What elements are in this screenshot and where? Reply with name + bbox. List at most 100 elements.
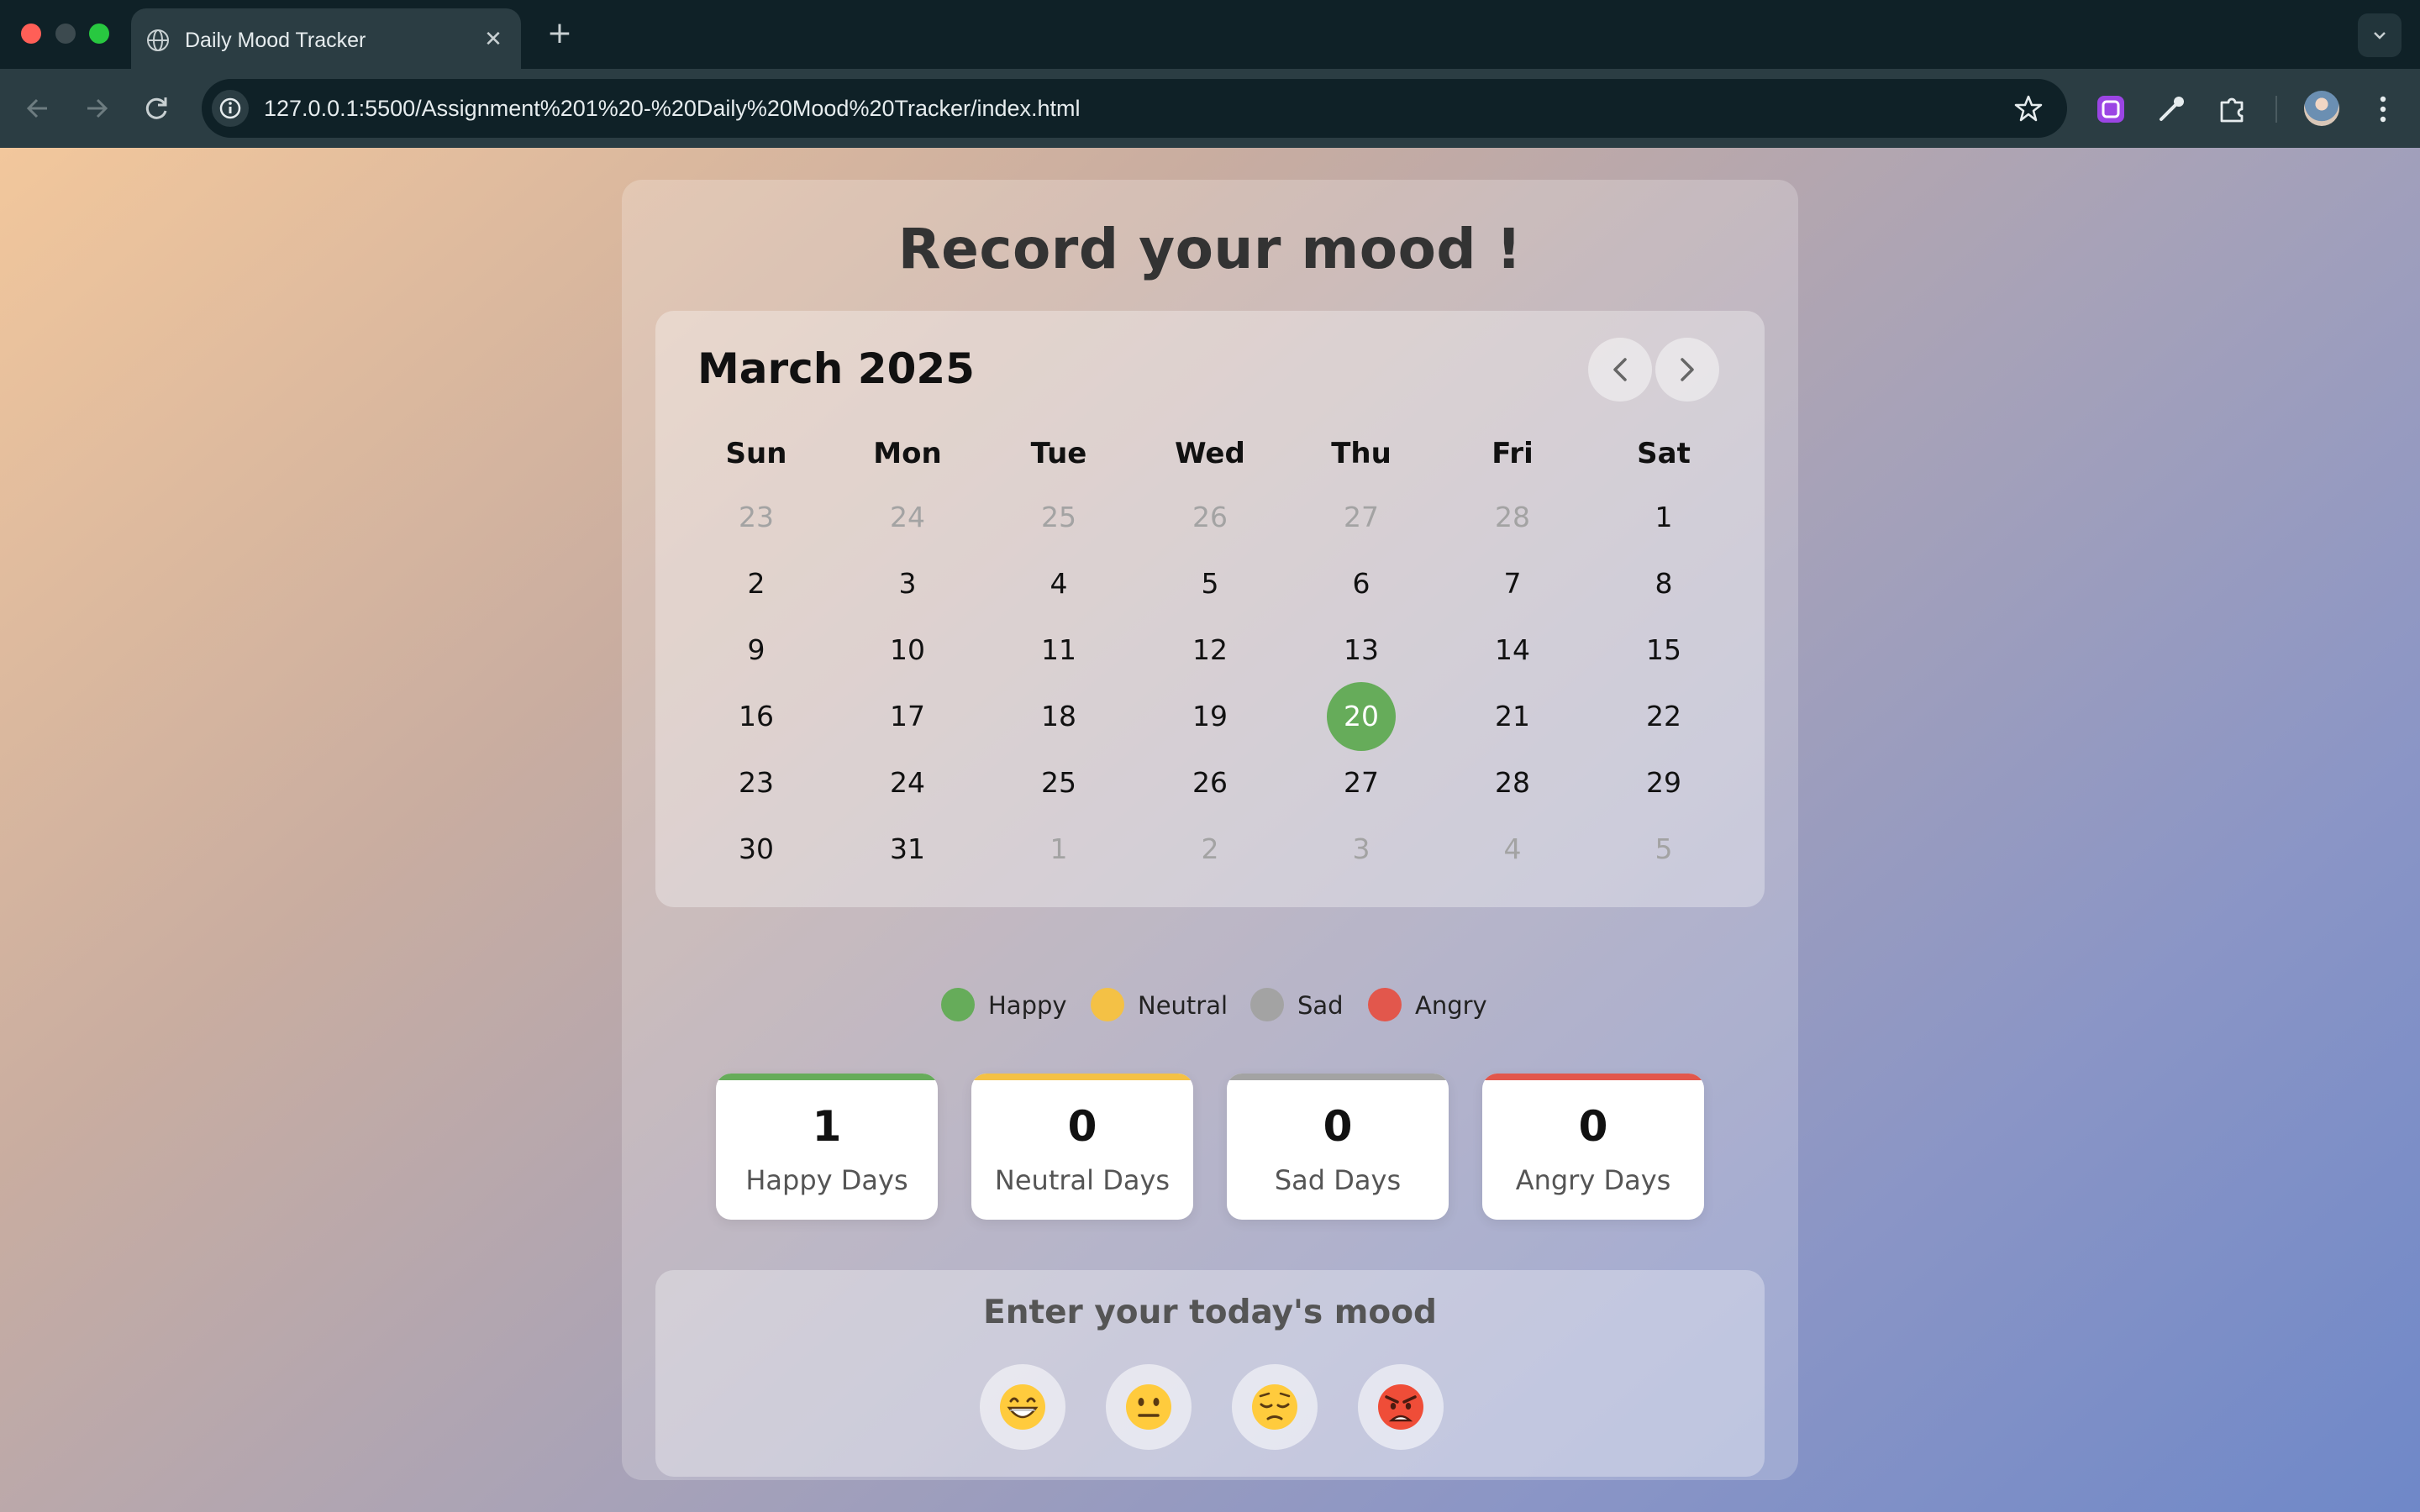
- toolbar-divider: [2275, 96, 2277, 123]
- chevron-right-icon: [1681, 358, 1694, 381]
- month-label: March 2025: [697, 344, 975, 393]
- calendar-day[interactable]: 12: [1176, 616, 1244, 685]
- calendar-day[interactable]: 1: [1629, 483, 1698, 552]
- calendar-day-outside: 27: [1344, 501, 1379, 533]
- mood-tracker-card: Record your mood ! March 2025 Sun Mon Tue W…: [622, 180, 1798, 1480]
- calendar-day[interactable]: 27: [1327, 748, 1396, 817]
- stat-color-bar: [1227, 1074, 1449, 1080]
- site-info-button[interactable]: [212, 90, 249, 127]
- eyedropper-icon[interactable]: [2154, 92, 2188, 126]
- calendar-day[interactable]: 16: [722, 682, 791, 751]
- calendar-day[interactable]: 4: [1024, 549, 1093, 618]
- info-icon: [219, 97, 241, 119]
- legend-label: Angry: [1415, 991, 1487, 1020]
- calendar-day[interactable]: 3: [873, 549, 942, 618]
- calendar-day[interactable]: 15: [1629, 616, 1698, 685]
- stat-card-angry: 0 Angry Days: [1482, 1074, 1704, 1220]
- neutral-mood-button[interactable]: [1106, 1364, 1192, 1450]
- stat-count: 0: [1323, 1102, 1353, 1151]
- maximize-window-button[interactable]: [89, 24, 109, 44]
- browser-toolbar: 127.0.0.1:5500/Assignment%201%20-%20Dail…: [0, 69, 2420, 148]
- profile-avatar[interactable]: [2304, 91, 2339, 126]
- pensive-face-icon: [1252, 1384, 1297, 1430]
- legend-color-dot: [1091, 988, 1124, 1021]
- calendar-day[interactable]: 5: [1176, 549, 1244, 618]
- stat-label: Angry Days: [1515, 1164, 1671, 1196]
- weekday-label: Thu: [1331, 437, 1392, 470]
- legend-color-dot: [1250, 988, 1284, 1021]
- calendar-day[interactable]: 28: [1478, 748, 1547, 817]
- calendar-day-outside: 24: [890, 501, 925, 533]
- weekday-header: Sun Mon Tue Wed Thu Fri Sat: [655, 437, 1765, 470]
- calendar-day[interactable]: 7: [1478, 549, 1547, 618]
- browser-tab-bar: Daily Mood Tracker ✕ +: [0, 0, 2420, 69]
- calendar-day[interactable]: 6: [1327, 549, 1396, 618]
- weekday-label: Wed: [1175, 437, 1245, 470]
- calendar-day[interactable]: 25: [1024, 748, 1093, 817]
- calendar-day[interactable]: 22: [1629, 682, 1698, 751]
- calendar-day[interactable]: 18: [1024, 682, 1093, 751]
- neutral-face-icon: [1126, 1384, 1171, 1430]
- next-month-button[interactable]: [1655, 338, 1719, 402]
- weekday-label: Sat: [1637, 437, 1691, 470]
- happy-mood-button[interactable]: [980, 1364, 1065, 1450]
- weekday-label: Mon: [873, 437, 942, 470]
- calendar-day[interactable]: 8: [1629, 549, 1698, 618]
- grinning-face-icon: [1000, 1384, 1045, 1430]
- extension-app-icon[interactable]: [2094, 92, 2128, 126]
- angry-mood-button[interactable]: [1358, 1364, 1444, 1450]
- reload-icon[interactable]: [136, 87, 178, 129]
- calendar-day[interactable]: 23: [722, 748, 791, 817]
- calendar-day[interactable]: 30: [722, 815, 791, 884]
- calendar-day[interactable]: 13: [1327, 616, 1396, 685]
- calendar-day[interactable]: 11: [1024, 616, 1093, 685]
- legend-label: Sad: [1297, 991, 1344, 1020]
- calendar-day[interactable]: 26: [1176, 748, 1244, 817]
- new-tab-button[interactable]: +: [541, 15, 578, 52]
- legend-label: Neutral: [1138, 991, 1228, 1020]
- page-viewport: Record your mood ! March 2025 Sun Mon Tue W…: [0, 148, 2420, 1512]
- calendar-day-outside: 5: [1655, 832, 1673, 865]
- calendar-day[interactable]: 24: [873, 748, 942, 817]
- chevron-down-icon: [2374, 32, 2386, 39]
- calendar-day[interactable]: 17: [873, 682, 942, 751]
- chevron-left-icon: [1613, 358, 1627, 381]
- weekday-label: Fri: [1491, 437, 1534, 470]
- more-options-icon[interactable]: [2368, 92, 2398, 126]
- calendar-day-outside: 3: [1352, 832, 1370, 865]
- address-bar[interactable]: 127.0.0.1:5500/Assignment%201%20-%20Dail…: [202, 79, 2067, 138]
- calendar-day[interactable]: 10: [873, 616, 942, 685]
- minimize-window-button[interactable]: [55, 24, 76, 44]
- browser-tab[interactable]: Daily Mood Tracker ✕: [131, 8, 521, 69]
- mood-legend: Happy Neutral Sad Angry: [622, 984, 1798, 1023]
- calendar-day-outside: 4: [1503, 832, 1522, 865]
- calendar-day-outside: 23: [739, 501, 774, 533]
- tab-search-button[interactable]: [2358, 13, 2402, 57]
- calendar-day[interactable]: 19: [1176, 682, 1244, 751]
- calendar-day[interactable]: 29: [1629, 748, 1698, 817]
- calendar-day[interactable]: 2: [722, 549, 791, 618]
- sad-mood-button[interactable]: [1232, 1364, 1318, 1450]
- calendar-day[interactable]: 9: [722, 616, 791, 685]
- calendar-day-today[interactable]: 20: [1327, 682, 1396, 751]
- legend-label: Happy: [988, 991, 1067, 1020]
- legend-color-dot: [1368, 988, 1402, 1021]
- legend-color-dot: [941, 988, 975, 1021]
- back-arrow-icon[interactable]: [17, 87, 59, 129]
- angry-face-icon: [1378, 1384, 1423, 1430]
- forward-arrow-icon[interactable]: [76, 87, 118, 129]
- bookmark-star-icon[interactable]: [2013, 93, 2044, 123]
- stat-label: Happy Days: [745, 1164, 908, 1196]
- stat-card-happy: 1 Happy Days: [716, 1074, 938, 1220]
- weekday-label: Sun: [725, 437, 787, 470]
- calendar-day[interactable]: 14: [1478, 616, 1547, 685]
- stat-label: Sad Days: [1274, 1164, 1402, 1196]
- stat-card-sad: 0 Sad Days: [1227, 1074, 1449, 1220]
- calendar-day[interactable]: 21: [1478, 682, 1547, 751]
- close-window-button[interactable]: [21, 24, 41, 44]
- tab-close-icon[interactable]: ✕: [481, 27, 506, 52]
- previous-month-button[interactable]: [1588, 338, 1652, 402]
- calendar-day[interactable]: 31: [873, 815, 942, 884]
- stat-color-bar: [971, 1074, 1193, 1080]
- extensions-puzzle-icon[interactable]: [2215, 92, 2249, 126]
